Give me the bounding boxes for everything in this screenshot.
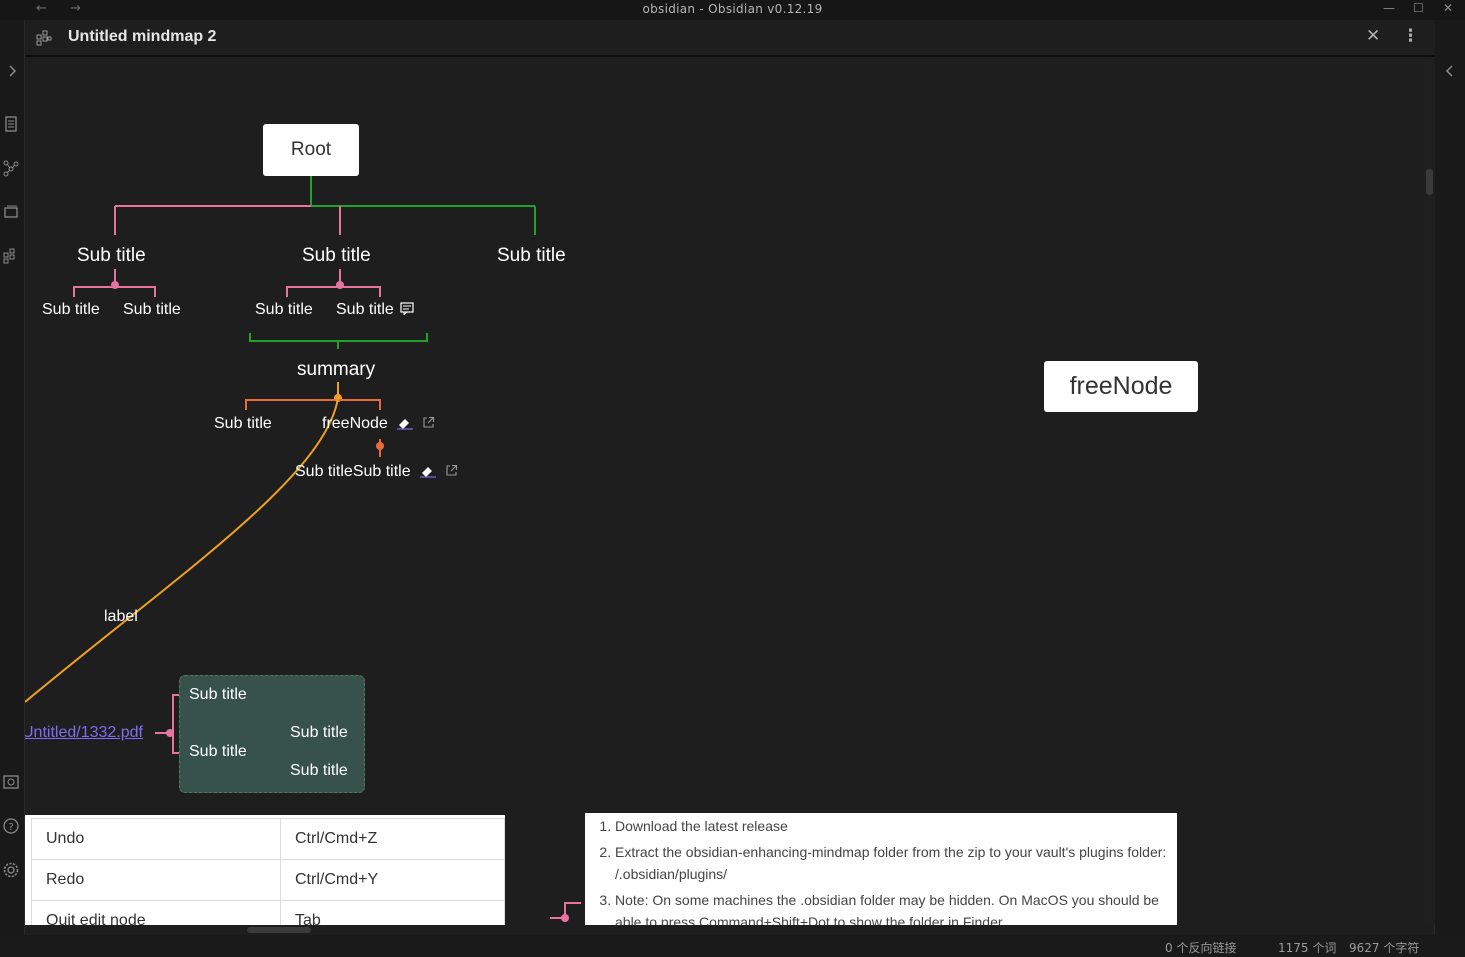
summary-grandchild[interactable]: Sub titleSub title xyxy=(295,463,458,481)
group-mid-node[interactable]: Sub title xyxy=(189,743,247,761)
branch-a-child-2[interactable]: Sub title xyxy=(123,301,181,319)
branch-b-title[interactable]: Sub title xyxy=(302,245,371,267)
mindmap-connectors xyxy=(25,176,581,922)
shortcut-table-node[interactable]: Undo Ctrl/Cmd+Z Redo Ctrl/Cmd+Y Quit edi… xyxy=(25,815,505,925)
eraser-icon[interactable] xyxy=(396,416,414,430)
horizontal-scrollbar[interactable] xyxy=(25,925,1424,935)
eraser-icon[interactable] xyxy=(419,464,437,478)
table-row: Undo Ctrl/Cmd+Z xyxy=(31,818,505,860)
list-item: Note: On some machines the .obsidian fol… xyxy=(615,889,1177,925)
shortcut-table: Undo Ctrl/Cmd+Z Redo Ctrl/Cmd+Y Quit edi… xyxy=(31,818,505,925)
summary-child-freenode[interactable]: freeNode xyxy=(322,415,435,433)
note-icon[interactable] xyxy=(400,302,414,316)
expand-sidebar-icon[interactable] xyxy=(3,62,21,80)
mindmap-view-icon xyxy=(36,30,52,46)
summary-node[interactable]: summary xyxy=(297,359,375,381)
vertical-scrollbar[interactable] xyxy=(1424,57,1435,925)
right-ribbon xyxy=(1434,20,1465,935)
window-titlebar: ← → obsidian - Obsidian v0.12.19 — ☐ ✕ xyxy=(0,0,1465,20)
mindmap-canvas[interactable]: Root Sub title Sub title Sub title Sub t… xyxy=(25,57,1424,925)
vault-icon[interactable] xyxy=(2,773,20,791)
table-cell: Ctrl/Cmd+Z xyxy=(280,818,505,860)
pdf-link-node[interactable]: Untitled/1332.pdf xyxy=(25,724,143,742)
table-cell: Quit edit node xyxy=(31,900,281,925)
word-count: 1175 个词 xyxy=(1278,941,1337,955)
vertical-scroll-thumb[interactable] xyxy=(1426,169,1433,195)
summary-child-1[interactable]: Sub title xyxy=(214,415,272,433)
backlinks-count[interactable]: 0 个反向链接 xyxy=(1165,939,1236,956)
external-link-icon[interactable] xyxy=(422,416,435,429)
group-leaf-2[interactable]: Sub title xyxy=(290,762,348,780)
table-cell: Tab xyxy=(280,900,505,925)
install-steps-list: Download the latest release Extract the … xyxy=(585,815,1177,925)
collapse-right-sidebar-icon[interactable] xyxy=(1441,62,1459,80)
close-view-button[interactable]: ✕ xyxy=(1366,26,1380,46)
status-bar: 0 个反向链接 1175 个词 9627 个字符 xyxy=(0,935,1465,957)
table-row: Redo Ctrl/Cmd+Y xyxy=(31,859,505,901)
mindmap-icon[interactable] xyxy=(2,247,20,265)
summary-grandchild-label: Sub titleSub title xyxy=(295,463,411,480)
graph-view-icon[interactable] xyxy=(2,159,20,177)
free-node[interactable]: freeNode xyxy=(1044,361,1198,412)
window-close-button[interactable]: ✕ xyxy=(1443,1,1453,15)
horizontal-scroll-thumb[interactable] xyxy=(247,927,311,933)
minimize-button[interactable]: — xyxy=(1383,1,1395,15)
branch-b-child-2[interactable]: Sub title xyxy=(336,301,414,319)
table-cell: Redo xyxy=(31,859,281,901)
group-top-node[interactable]: Sub title xyxy=(189,686,247,704)
cards-icon[interactable] xyxy=(2,203,20,221)
table-cell: Undo xyxy=(31,818,281,860)
root-node[interactable]: Root xyxy=(263,124,359,176)
file-explorer-icon[interactable] xyxy=(2,115,20,133)
list-item: Download the latest release xyxy=(615,815,1177,837)
table-cell: Ctrl/Cmd+Y xyxy=(280,859,505,901)
svg-text:?: ? xyxy=(8,822,13,833)
left-ribbon: ? xyxy=(0,20,25,935)
more-options-button[interactable]: ⋮ xyxy=(1402,26,1419,46)
view-title: Untitled mindmap 2 xyxy=(68,28,217,45)
maximize-button[interactable]: ☐ xyxy=(1413,1,1424,15)
branch-b-child-1[interactable]: Sub title xyxy=(255,301,313,319)
branch-b-child-2-label: Sub title xyxy=(336,301,394,318)
external-link-icon[interactable] xyxy=(445,464,458,477)
branch-a-child-1[interactable]: Sub title xyxy=(42,301,100,319)
summary-child-freenode-label: freeNode xyxy=(322,415,388,432)
edge-label[interactable]: label xyxy=(104,608,138,626)
help-icon[interactable]: ? xyxy=(2,817,20,835)
window-title: obsidian - Obsidian v0.12.19 xyxy=(642,2,823,16)
branch-a-title[interactable]: Sub title xyxy=(77,245,146,267)
char-count: 9627 个字符 xyxy=(1349,941,1420,955)
view-header: Untitled mindmap 2 ✕ ⋮ xyxy=(25,20,1435,57)
branch-c-title[interactable]: Sub title xyxy=(497,245,566,267)
group-leaf-1[interactable]: Sub title xyxy=(290,724,348,742)
table-row: Quit edit node Tab xyxy=(31,900,505,925)
install-steps-node[interactable]: Download the latest release Extract the … xyxy=(585,813,1177,925)
list-item: Extract the obsidian-enhancing-mindmap f… xyxy=(615,841,1177,885)
settings-gear-icon[interactable] xyxy=(2,861,20,879)
